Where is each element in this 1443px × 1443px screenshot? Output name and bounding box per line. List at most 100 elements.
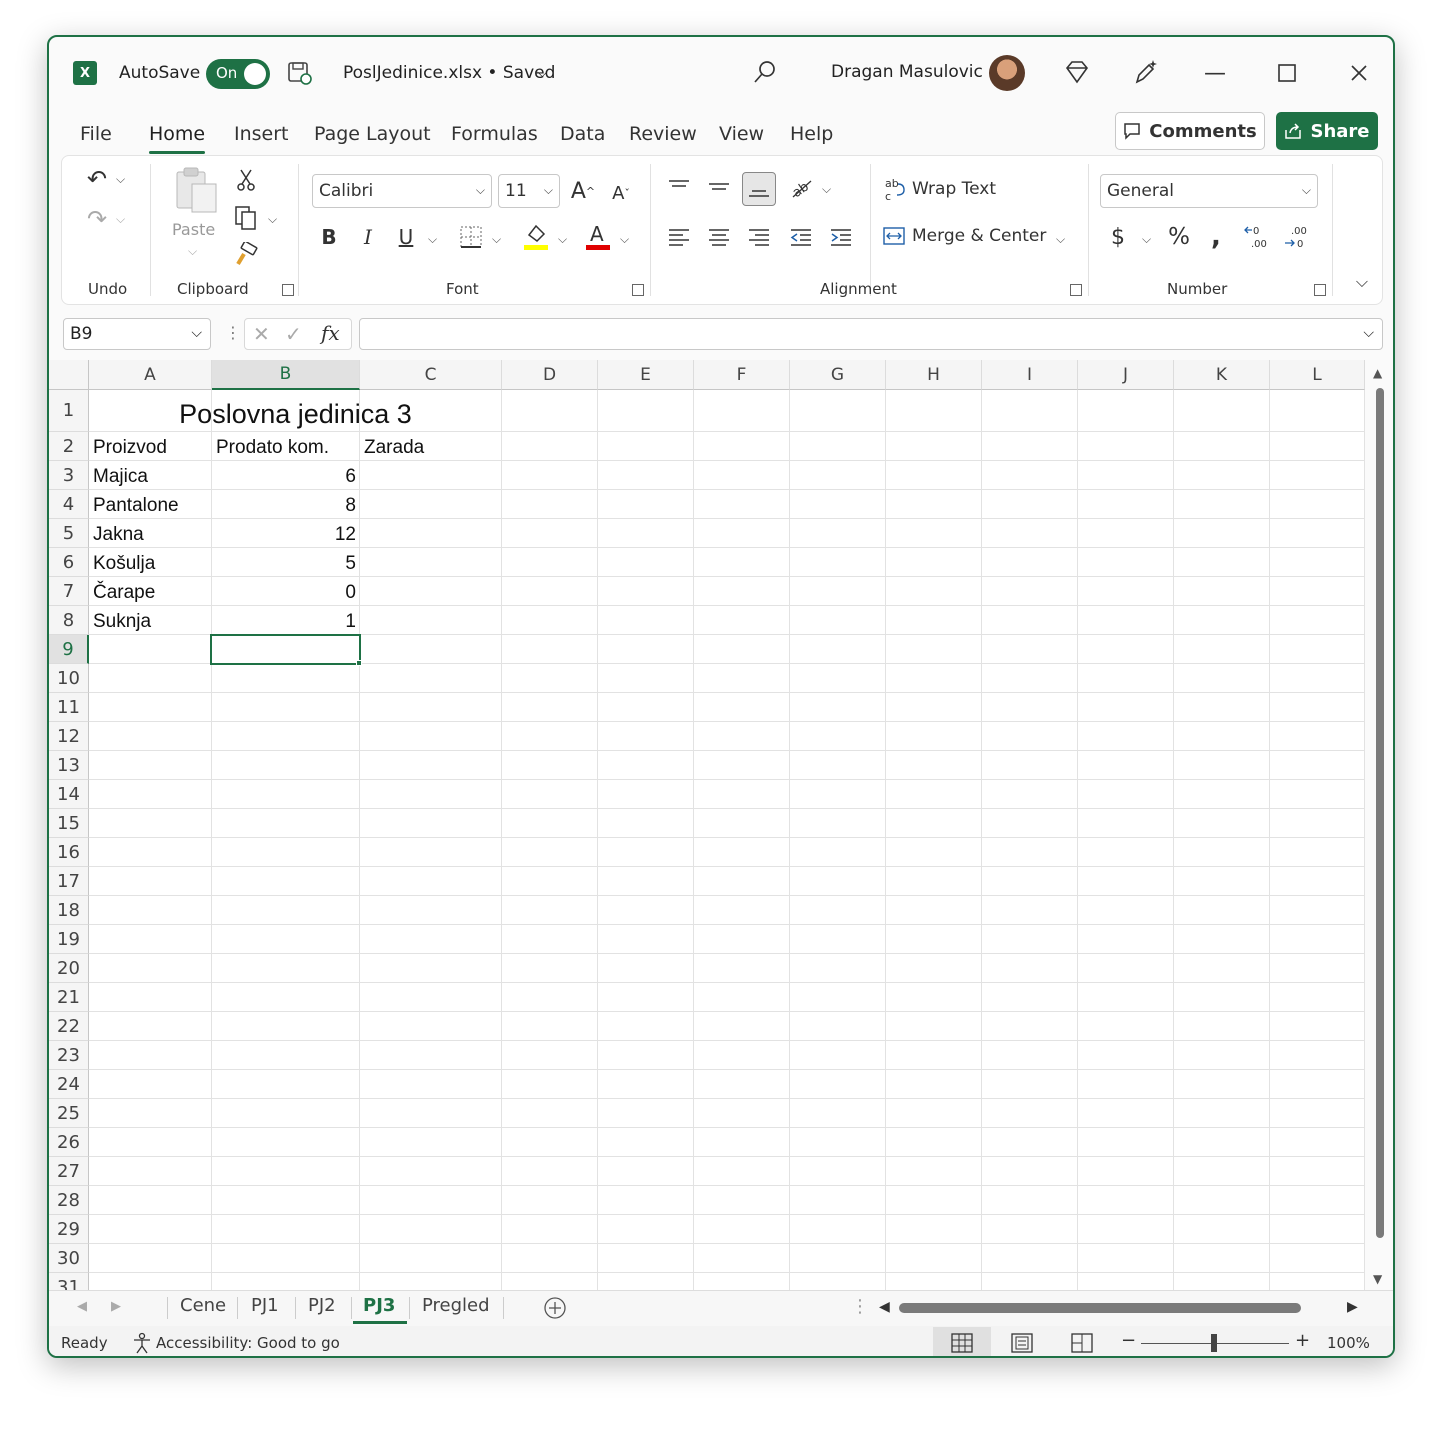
- tab-data[interactable]: Data: [560, 123, 605, 145]
- underline-dropdown-icon[interactable]: ⌵: [428, 232, 437, 247]
- currency-dropdown-icon[interactable]: ⌵: [1142, 232, 1151, 247]
- active-cell-b9[interactable]: [210, 634, 361, 665]
- align-left-icon[interactable]: [666, 222, 692, 252]
- qty-cell[interactable]: 12: [212, 519, 360, 548]
- increase-font-icon[interactable]: A ^: [568, 174, 598, 208]
- row-header[interactable]: 26: [49, 1128, 89, 1157]
- decrease-indent-icon[interactable]: [788, 222, 814, 252]
- tab-formulas[interactable]: Formulas: [451, 123, 538, 145]
- cancel-icon[interactable]: ✕: [253, 322, 270, 346]
- decrease-decimal-icon[interactable]: .00 0: [1282, 222, 1312, 252]
- bold-icon[interactable]: B: [317, 222, 341, 252]
- close-icon[interactable]: [1341, 55, 1377, 91]
- pen-sparkle-icon[interactable]: [1132, 58, 1160, 86]
- decrease-font-icon[interactable]: Aˇ: [608, 176, 634, 210]
- qty-cell[interactable]: 1: [212, 606, 360, 635]
- font-color-dropdown-icon[interactable]: ⌵: [620, 232, 629, 247]
- product-cell[interactable]: Košulja: [89, 548, 212, 577]
- row-header[interactable]: 19: [49, 925, 89, 954]
- align-right-icon[interactable]: [746, 222, 772, 252]
- row-header[interactable]: 13: [49, 751, 89, 780]
- tab-view[interactable]: View: [719, 123, 764, 145]
- tab-help[interactable]: Help: [790, 123, 833, 145]
- column-header-h[interactable]: H: [886, 360, 982, 390]
- row-header[interactable]: 2: [49, 432, 89, 461]
- name-box[interactable]: B9 ⌵: [63, 318, 211, 350]
- column-header-f[interactable]: F: [694, 360, 790, 390]
- column-header-e[interactable]: E: [598, 360, 694, 390]
- comments-button[interactable]: Comments: [1115, 112, 1265, 150]
- column-header-g[interactable]: G: [790, 360, 886, 390]
- autosave-toggle[interactable]: On: [206, 59, 270, 89]
- minimize-icon[interactable]: —: [1197, 55, 1233, 91]
- status-accessibility[interactable]: Accessibility: Good to go: [156, 1334, 340, 1352]
- format-painter-icon[interactable]: [234, 242, 260, 268]
- undo-icon[interactable]: ↶: [82, 164, 112, 194]
- increase-decimal-icon[interactable]: 0.00: [1242, 222, 1272, 252]
- paste-dropdown-icon[interactable]: ⌵: [188, 244, 197, 259]
- sheet-tab-pj3[interactable]: PJ3: [363, 1295, 395, 1316]
- scroll-up-icon[interactable]: ▲: [1373, 366, 1382, 380]
- row-header[interactable]: 10: [49, 664, 89, 693]
- zoom-in-icon[interactable]: +: [1295, 1330, 1310, 1351]
- tab-page-layout[interactable]: Page Layout: [314, 123, 431, 145]
- qty-cell[interactable]: 0: [212, 577, 360, 606]
- column-header-i[interactable]: I: [982, 360, 1078, 390]
- product-cell[interactable]: Majica: [89, 461, 212, 490]
- orientation-icon[interactable]: ab: [788, 174, 816, 202]
- wrap-text-button[interactable]: ab c Wrap Text: [884, 176, 996, 202]
- select-all-corner[interactable]: [49, 360, 89, 390]
- font-name-select[interactable]: Calibri ⌵: [312, 174, 492, 208]
- tab-home[interactable]: Home: [149, 123, 205, 145]
- row-header[interactable]: 24: [49, 1070, 89, 1099]
- diamond-icon[interactable]: [1064, 59, 1090, 85]
- number-launcher-icon[interactable]: [1314, 284, 1326, 296]
- row-header[interactable]: 15: [49, 809, 89, 838]
- sheet-tab-pj1[interactable]: PJ1: [251, 1295, 279, 1316]
- tab-splitter-icon[interactable]: ⋮: [851, 1296, 869, 1317]
- ribbon-expand-chevron-icon[interactable]: ⌵: [1350, 270, 1374, 294]
- row-header[interactable]: 6: [49, 548, 89, 577]
- fill-color-dropdown-icon[interactable]: ⌵: [558, 232, 567, 247]
- tab-file[interactable]: File: [80, 123, 112, 145]
- comma-style-icon[interactable]: ,: [1206, 222, 1226, 252]
- formula-expand-chevron-icon[interactable]: ⌵: [1363, 325, 1374, 341]
- tab-review[interactable]: Review: [629, 123, 697, 145]
- column-header-k[interactable]: K: [1174, 360, 1270, 390]
- header-cell-product[interactable]: Proizvod: [89, 432, 212, 461]
- redo-dropdown-icon[interactable]: ⌵: [116, 212, 125, 227]
- redo-icon[interactable]: ↷: [82, 204, 112, 234]
- enter-icon[interactable]: ✓: [285, 322, 302, 346]
- row-header[interactable]: 4: [49, 490, 89, 519]
- product-cell[interactable]: Suknja: [89, 606, 212, 635]
- row-header[interactable]: 23: [49, 1041, 89, 1070]
- horizontal-scroll-thumb[interactable]: [899, 1303, 1301, 1313]
- paste-icon[interactable]: [172, 166, 220, 216]
- vertical-scroll-thumb[interactable]: [1376, 388, 1384, 1238]
- normal-view-icon[interactable]: [933, 1327, 991, 1356]
- row-header[interactable]: 12: [49, 722, 89, 751]
- sheet-tab-pj2[interactable]: PJ2: [308, 1295, 336, 1316]
- spreadsheet-grid[interactable]: A B C D E F G H I J K L 1 2 3 4 5 6 7 8 …: [49, 360, 1365, 1290]
- product-cell[interactable]: Pantalone: [89, 490, 212, 519]
- merge-center-button[interactable]: Merge & Center: [882, 224, 1046, 248]
- fill-handle[interactable]: [356, 660, 362, 666]
- underline-icon[interactable]: U: [394, 222, 418, 252]
- font-launcher-icon[interactable]: [632, 284, 644, 296]
- orientation-dropdown-icon[interactable]: ⌵: [822, 182, 831, 197]
- row-header[interactable]: 16: [49, 838, 89, 867]
- row-header[interactable]: 22: [49, 1012, 89, 1041]
- align-top-icon[interactable]: [666, 174, 692, 200]
- row-header[interactable]: 5: [49, 519, 89, 548]
- qty-cell[interactable]: 5: [212, 548, 360, 577]
- cut-icon[interactable]: [234, 166, 258, 194]
- product-cell[interactable]: Čarape: [89, 577, 212, 606]
- avatar[interactable]: [989, 55, 1025, 91]
- clipboard-launcher-icon[interactable]: [282, 284, 294, 296]
- zoom-out-icon[interactable]: −: [1121, 1330, 1136, 1351]
- sheet-tab-cene[interactable]: Cene: [180, 1295, 226, 1316]
- column-header-c[interactable]: C: [360, 360, 502, 390]
- page-break-view-icon[interactable]: [1053, 1327, 1111, 1356]
- zoom-slider-knob[interactable]: [1211, 1334, 1217, 1352]
- row-header[interactable]: 3: [49, 461, 89, 490]
